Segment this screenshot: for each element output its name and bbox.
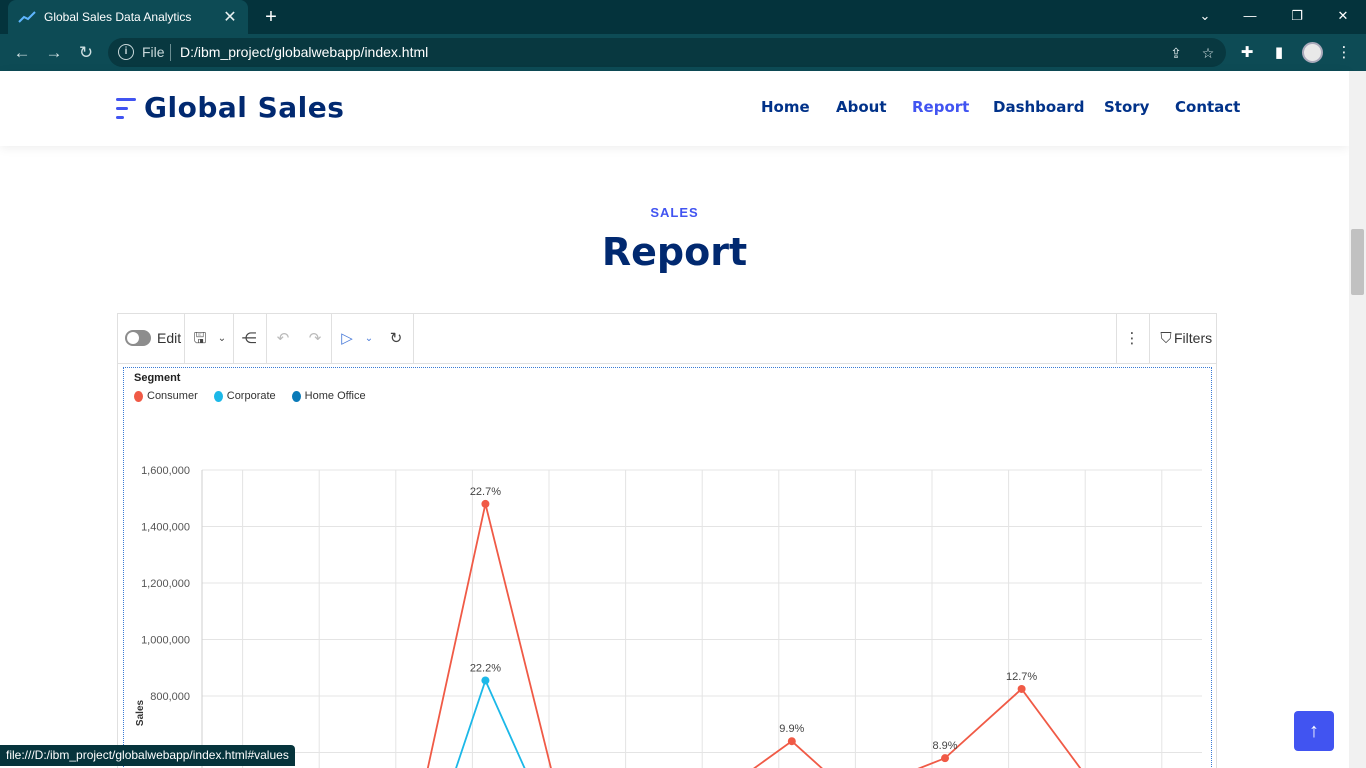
site-header: Global Sales Home About Report Dashboard… [0,71,1349,146]
menu-kebab-icon[interactable]: ⋮ [1334,43,1354,63]
tab-title: Global Sales Data Analytics [44,10,192,24]
y-tick-label: 1,000,000 [141,635,190,647]
undo-icon[interactable]: ↶ [273,329,293,349]
browser-tab[interactable]: Global Sales Data Analytics ✕ [8,0,248,34]
back-icon[interactable]: ← [10,41,34,65]
data-label: 9.9% [779,723,804,735]
info-icon[interactable]: i [118,44,134,60]
save-dropdown-chevron-icon[interactable]: ⌄ [212,329,232,349]
nav-story[interactable]: Story [1104,98,1149,116]
y-tick-label: 1,400,000 [141,522,190,534]
back-to-top-button[interactable]: ↑ [1294,711,1334,751]
toolbar-divider [266,314,267,364]
consumer-data-point [941,754,950,763]
close-window-icon[interactable]: ✕ [1331,6,1355,26]
toolbar-divider [331,314,332,364]
toolbar-divider [184,314,185,364]
filter-icon[interactable]: ⛉ [1156,329,1176,349]
consumer-series-line [917,687,1082,768]
share-network-icon[interactable]: ⋲ [239,329,259,349]
toolbar-divider [233,314,234,364]
section-title: Report [601,230,748,274]
chart-favicon-icon [18,11,36,23]
logo-text: Global Sales [144,91,345,124]
edit-toggle[interactable] [125,330,151,346]
side-panel-icon[interactable]: ▮ [1269,43,1289,63]
nav-about[interactable]: About [836,98,887,116]
corporate-series-line [455,677,526,768]
run-icon[interactable]: ▷ [337,329,357,349]
sales-line-chart: 1,600,000 1,400,000 1,200,000 1,000,000 800,… [135,465,1202,768]
y-axis-label: Sales [135,699,146,726]
toolbar-divider [1116,314,1117,364]
browser-tab-bar: Global Sales Data Analytics ✕ + ⌄ — ❐ ✕ [0,0,1366,34]
consumer-data-point [1017,684,1026,693]
new-tab-icon[interactable]: + [260,6,282,28]
url-separator [170,44,171,61]
report-toolbar: Edit 🖫 ⌄ ⋲ ↶ ↷ ▷ ⌄ ↻ ⋮ ⛉ Filters [118,314,1216,364]
page-scrollbar[interactable] [1349,71,1366,768]
redo-icon[interactable]: ↷ [305,329,325,349]
data-label: 22.2% [470,662,501,674]
consumer-series-line [426,503,552,768]
site-logo[interactable]: Global Sales [116,91,344,124]
forward-icon[interactable]: → [42,41,66,65]
tab-close-icon[interactable]: ✕ [222,7,238,27]
logo-bars-icon [116,94,138,122]
data-label: 12.7% [1006,671,1037,683]
refresh-icon[interactable]: ↻ [386,329,406,349]
y-tick-label: 1,600,000 [141,465,190,477]
url-scheme: File [142,44,165,60]
share-icon[interactable]: ⇪ [1166,43,1186,63]
edit-label[interactable]: Edit [157,330,181,346]
section-eyebrow: SALES [650,205,699,220]
corporate-data-point [481,676,490,685]
nav-home[interactable]: Home [761,98,810,116]
url-text[interactable]: D:/ibm_project/globalwebapp/index.html [180,44,428,60]
report-canvas[interactable]: Segment Consumer Corporate Home Office 1… [123,367,1212,768]
save-icon[interactable]: 🖫 [190,329,210,349]
more-options-icon[interactable]: ⋮ [1122,329,1142,349]
browser-toolbar: ← → ↻ i File D:/ibm_project/globalwebapp… [0,34,1366,71]
y-tick-label: 800,000 [150,691,190,703]
nav-dashboard[interactable]: Dashboard [993,98,1084,116]
address-bar[interactable]: i File D:/ibm_project/globalwebapp/index… [108,38,1226,67]
consumer-data-point [481,499,490,508]
restore-icon[interactable]: ❐ [1285,6,1309,26]
nav-report[interactable]: Report [912,98,969,116]
consumer-data-point [787,737,796,746]
reload-icon[interactable]: ↻ [74,41,98,65]
minimize-icon[interactable]: — [1238,6,1262,26]
scroll-thumb[interactable] [1351,229,1364,295]
extensions-icon[interactable]: ✚ [1237,43,1257,63]
status-bar-url: file:///D:/ibm_project/globalwebapp/inde… [0,745,295,766]
profile-avatar[interactable] [1302,42,1323,63]
consumer-series-line [753,740,823,768]
run-dropdown-chevron-icon[interactable]: ⌄ [359,329,379,349]
data-label: 8.9% [932,740,957,752]
toolbar-divider [1149,314,1150,364]
data-label: 22.7% [470,486,501,498]
tab-search-icon[interactable]: ⌄ [1193,6,1217,26]
nav-contact[interactable]: Contact [1175,98,1240,116]
toolbar-divider [413,314,414,364]
filters-label[interactable]: Filters [1174,330,1212,346]
bookmark-star-icon[interactable]: ☆ [1198,43,1218,63]
embedded-report: Edit 🖫 ⌄ ⋲ ↶ ↷ ▷ ⌄ ↻ ⋮ ⛉ Filters Segment… [117,313,1217,768]
y-tick-label: 1,200,000 [141,578,190,590]
